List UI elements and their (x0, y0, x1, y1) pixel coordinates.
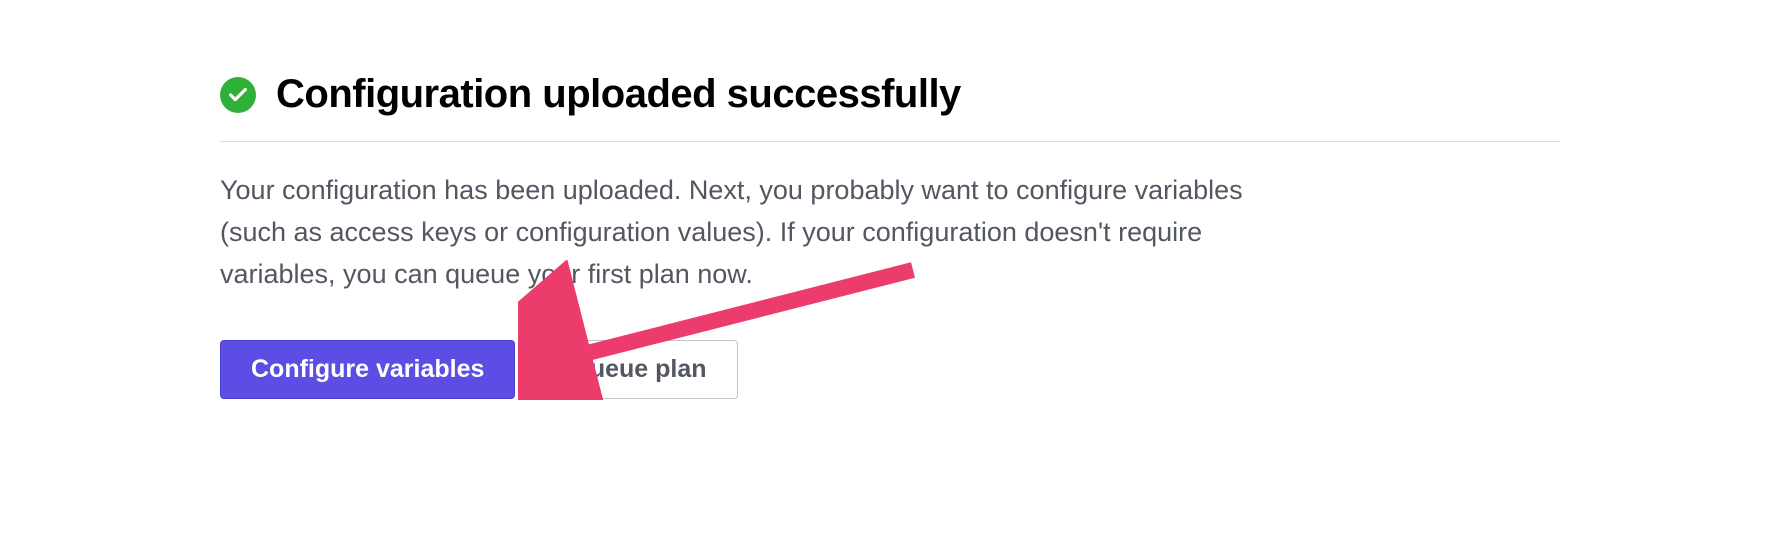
notification-panel: Configuration uploaded successfully Your… (220, 72, 1560, 399)
queue-plan-button[interactable]: Queue plan (539, 340, 737, 399)
notification-description: Your configuration has been uploaded. Ne… (220, 170, 1280, 296)
check-circle-icon (220, 77, 256, 113)
notification-title: Configuration uploaded successfully (276, 72, 961, 117)
configure-variables-button[interactable]: Configure variables (220, 340, 515, 399)
action-buttons: Configure variables Queue plan (220, 340, 1560, 399)
notification-header: Configuration uploaded successfully (220, 72, 1560, 142)
